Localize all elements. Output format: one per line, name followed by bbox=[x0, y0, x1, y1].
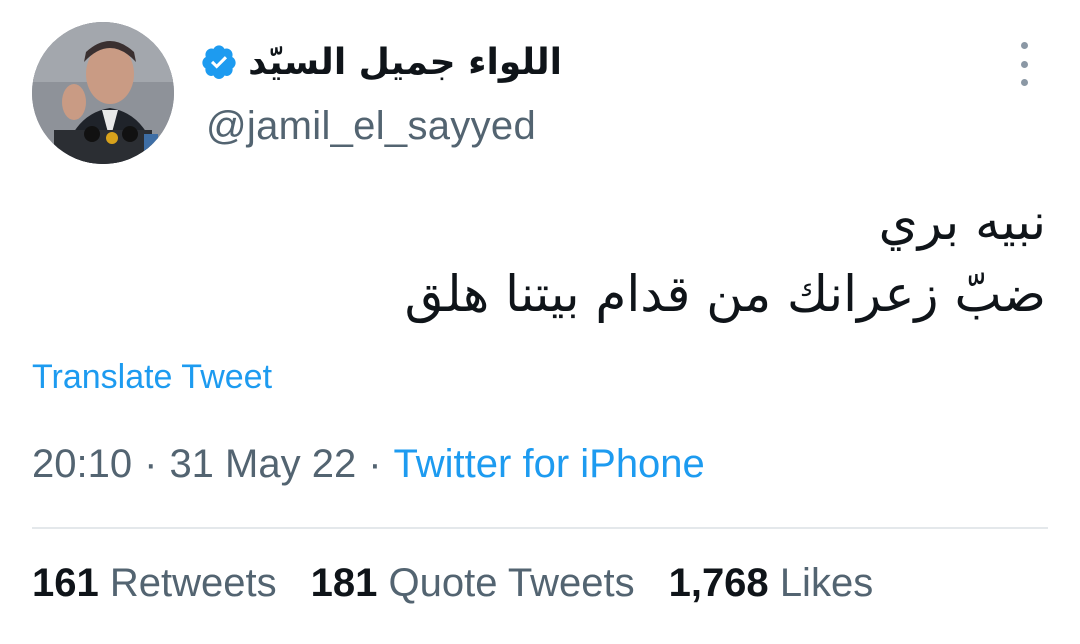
quote-tweets-count: 181 bbox=[310, 561, 378, 605]
tweet-time[interactable]: 20:10 bbox=[32, 442, 132, 486]
author-name-row[interactable]: اللواء جميل السيّد bbox=[200, 36, 562, 88]
avatar-image bbox=[32, 22, 174, 164]
likes-label: Likes bbox=[779, 561, 874, 605]
author-handle[interactable]: @jamil_el_sayyed bbox=[206, 104, 536, 149]
retweets-label: Retweets bbox=[109, 561, 277, 605]
retweets-count: 161 bbox=[32, 561, 99, 605]
quote-tweets-stat[interactable]: 181 Quote Tweets bbox=[311, 561, 635, 606]
tweet-date[interactable]: 31 May 22 bbox=[169, 442, 356, 486]
likes-stat[interactable]: 1,768 Likes bbox=[669, 561, 874, 606]
tweet-text: نبيه بري ضبّ زعرانك من قدام بيتنا هلق bbox=[246, 186, 1046, 330]
tweet-source-link[interactable]: Twitter for iPhone bbox=[394, 442, 705, 486]
verified-badge-icon bbox=[202, 45, 236, 80]
tweet-detail: اللواء جميل السيّد @jamil_el_sayyed نبيه… bbox=[0, 0, 1080, 644]
divider bbox=[32, 527, 1048, 529]
more-options-icon[interactable] bbox=[1012, 42, 1036, 86]
tweet-text-line: نبيه بري bbox=[878, 193, 1046, 251]
separator-dot: · bbox=[368, 442, 382, 486]
tweet-timestamp-row: 20:10 · 31 May 22 · Twitter for iPhone bbox=[32, 442, 705, 487]
avatar[interactable] bbox=[32, 22, 174, 164]
translate-tweet-link[interactable]: Translate Tweet bbox=[32, 358, 272, 397]
author-display-name[interactable]: اللواء جميل السيّد bbox=[248, 42, 562, 83]
tweet-stats: 161 Retweets 181 Quote Tweets 1,768 Like… bbox=[32, 561, 907, 606]
retweets-stat[interactable]: 161 Retweets bbox=[32, 561, 277, 606]
more-dot bbox=[1020, 60, 1028, 68]
quote-tweets-label: Quote Tweets bbox=[388, 561, 635, 605]
likes-count: 1,768 bbox=[668, 561, 769, 605]
separator-dot: · bbox=[144, 442, 158, 486]
more-dot bbox=[1020, 42, 1028, 49]
more-dot bbox=[1020, 79, 1028, 86]
tweet-text-line: ضبّ زعرانك من قدام بيتنا هلق bbox=[404, 265, 1046, 323]
